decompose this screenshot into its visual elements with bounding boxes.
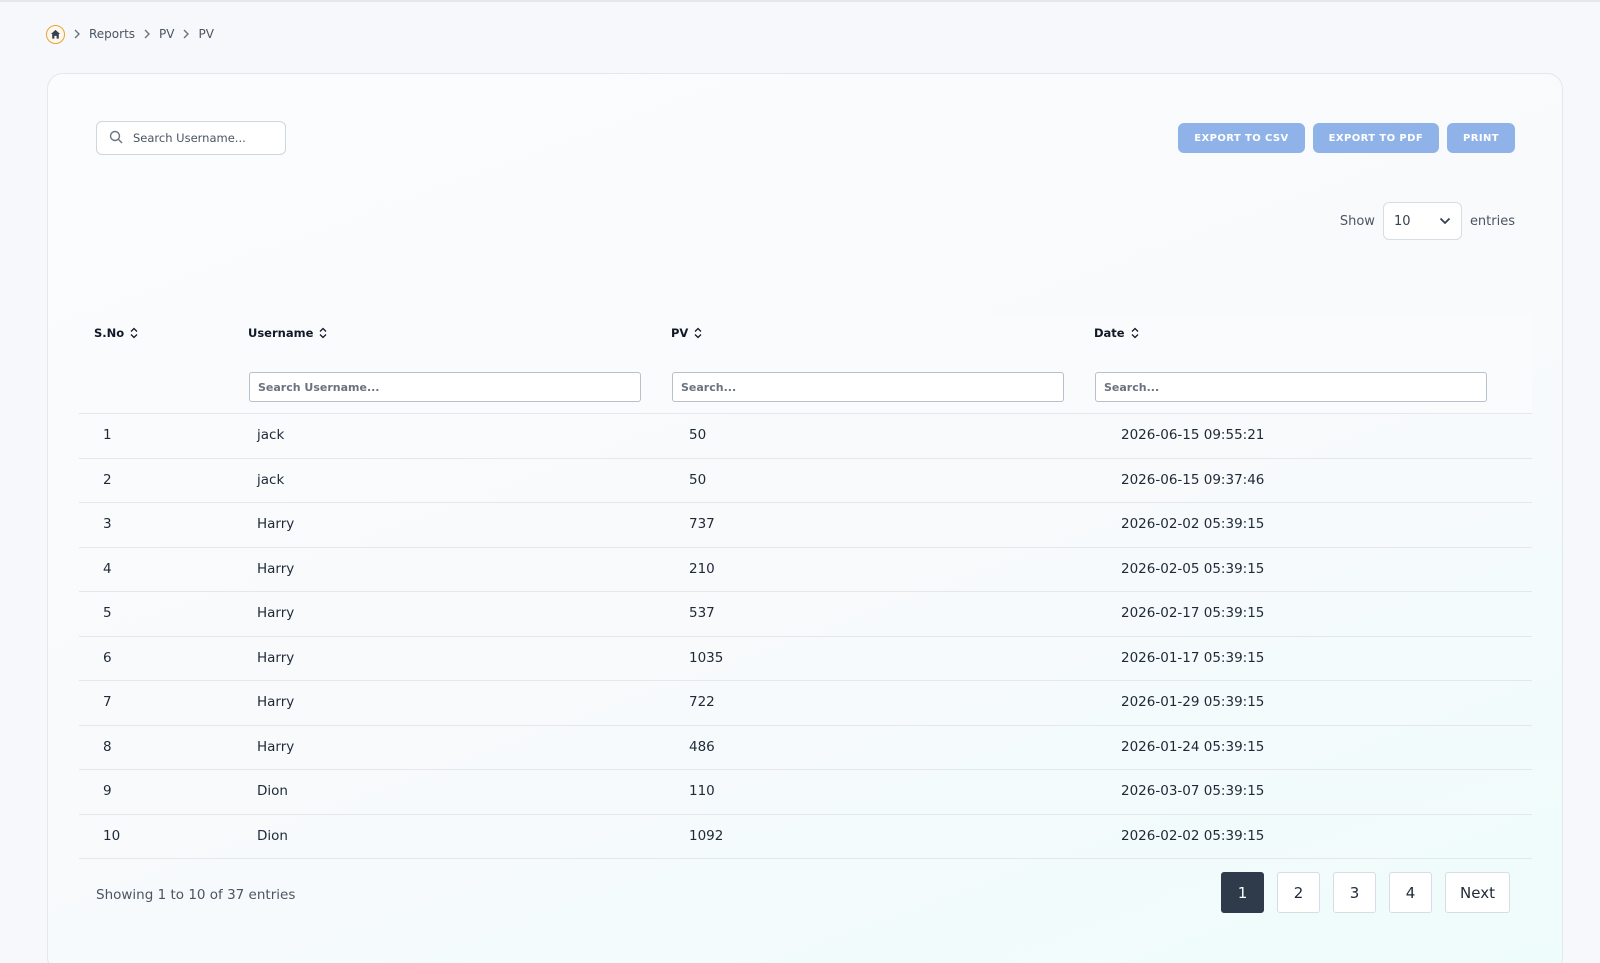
- chevron-right-icon: [143, 29, 151, 39]
- cell-date: 2026-02-05 05:39:15: [1121, 560, 1265, 577]
- cell-date: 2026-01-17 05:39:15: [1121, 649, 1265, 666]
- cell-username: jack: [257, 427, 285, 443]
- cell-date: 2026-03-07 05:39:15: [1121, 783, 1265, 799]
- breadcrumb: Reports PV PV: [46, 24, 214, 44]
- cell-username: Harry: [257, 649, 295, 666]
- cell-pv: 722: [689, 694, 715, 710]
- breadcrumb-pv[interactable]: PV: [159, 27, 174, 41]
- chevron-right-icon: [182, 29, 190, 39]
- cell-sno: 5: [103, 605, 112, 621]
- username-filter-input[interactable]: [249, 372, 641, 402]
- showing-info: Showing 1 to 10 of 37 entries: [96, 887, 296, 903]
- cell-pv: 50: [689, 471, 707, 488]
- date-filter-input[interactable]: [1095, 372, 1487, 402]
- cell-pv: 210: [689, 560, 715, 577]
- header-username-label: Username: [248, 326, 314, 340]
- cell-sno: 6: [103, 649, 112, 666]
- cell-date: 2026-01-29 05:39:15: [1121, 694, 1265, 710]
- search-icon: [109, 129, 123, 148]
- header-username[interactable]: Username: [248, 326, 327, 340]
- export-csv-button[interactable]: EXPORT TO CSV: [1178, 123, 1305, 153]
- cell-date: 2026-02-02 05:39:15: [1121, 516, 1265, 532]
- cell-sno: 10: [103, 827, 121, 844]
- cell-sno: 3: [103, 516, 112, 532]
- cell-username: Harry: [257, 605, 295, 621]
- table-row: 6 Harry 1035 2026-01-17 05:39:15: [79, 637, 1532, 681]
- header-pv[interactable]: PV: [671, 326, 702, 340]
- entries-value: 10: [1393, 213, 1411, 229]
- cell-username: Harry: [257, 516, 295, 532]
- table-header: S.No Username PV Date: [79, 314, 1532, 414]
- table-body: 1 jack 50 2026-06-15 09:55:21 2 jack 50 2026-06…: [79, 414, 1532, 859]
- cell-username: Harry: [257, 738, 295, 755]
- header-sno-label: S.No: [94, 326, 125, 340]
- cell-date: 2026-02-17 05:39:15: [1121, 605, 1265, 621]
- table-row: 2 jack 50 2026-06-15 09:37:46: [79, 459, 1532, 503]
- cell-sno: 1: [103, 427, 112, 443]
- export-actions: EXPORT TO CSV EXPORT TO PDF PRINT: [1178, 123, 1515, 153]
- cell-date: 2026-01-24 05:39:15: [1121, 738, 1265, 755]
- home-icon[interactable]: [46, 24, 65, 44]
- cell-pv: 1035: [689, 649, 724, 666]
- cell-username: jack: [257, 471, 285, 488]
- page-button-4[interactable]: 4: [1389, 872, 1433, 913]
- table-row: 1 jack 50 2026-06-15 09:55:21: [79, 414, 1532, 459]
- entries-select[interactable]: 10: [1382, 202, 1462, 240]
- header-date[interactable]: Date: [1094, 326, 1139, 340]
- cell-username: Harry: [257, 694, 295, 710]
- table-row: 10 Dion 1092 2026-02-02 05:39:15: [79, 815, 1532, 859]
- sort-icon: [1131, 327, 1139, 339]
- chevron-right-icon: [73, 29, 81, 39]
- entries-control: Show 10 entries: [1340, 202, 1515, 240]
- table-row: 7 Harry 722 2026-01-29 05:39:15: [79, 681, 1532, 726]
- header-pv-label: PV: [671, 326, 689, 340]
- cell-sno: 9: [103, 783, 112, 799]
- cell-date: 2026-06-15 09:55:21: [1121, 427, 1265, 443]
- sort-icon: [319, 327, 327, 339]
- show-label: Show: [1339, 213, 1375, 229]
- table-row: 9 Dion 110 2026-03-07 05:39:15: [79, 770, 1532, 815]
- header-sno[interactable]: S.No: [94, 326, 138, 340]
- table-row: 5 Harry 537 2026-02-17 05:39:15: [79, 592, 1532, 637]
- chevron-down-icon: [1439, 214, 1451, 229]
- cell-sno: 8: [103, 738, 112, 755]
- search-input[interactable]: [133, 131, 268, 145]
- cell-pv: 1092: [689, 827, 724, 844]
- table-row: 3 Harry 737 2026-02-02 05:39:15: [79, 503, 1532, 548]
- cell-username: Dion: [257, 827, 288, 844]
- page-button-3[interactable]: 3: [1333, 872, 1377, 913]
- cell-pv: 110: [689, 783, 715, 799]
- cell-pv: 737: [689, 516, 715, 532]
- sort-icon: [694, 327, 702, 339]
- header-date-label: Date: [1094, 326, 1125, 340]
- cell-date: 2026-02-02 05:39:15: [1121, 827, 1265, 844]
- breadcrumb-reports[interactable]: Reports: [89, 27, 135, 41]
- cell-date: 2026-06-15 09:37:46: [1121, 471, 1265, 488]
- page-button-2[interactable]: 2: [1277, 872, 1321, 913]
- table-row: 8 Harry 486 2026-01-24 05:39:15: [79, 726, 1532, 770]
- print-button[interactable]: PRINT: [1447, 123, 1515, 153]
- pv-filter-input[interactable]: [672, 372, 1064, 402]
- cell-sno: 4: [103, 560, 112, 577]
- next-page-button[interactable]: Next: [1445, 872, 1510, 913]
- cell-sno: 2: [103, 471, 112, 488]
- cell-pv: 537: [689, 605, 715, 621]
- sort-icon: [130, 327, 138, 339]
- pagination: 1 2 3 4 Next: [1221, 872, 1510, 913]
- table-row: 4 Harry 210 2026-02-05 05:39:15: [79, 548, 1532, 592]
- top-divider: [0, 0, 1600, 2]
- cell-sno: 7: [103, 694, 112, 710]
- breadcrumb-pv-current: PV: [198, 27, 214, 41]
- cell-pv: 486: [689, 738, 715, 755]
- cell-username: Dion: [257, 783, 288, 799]
- report-card: EXPORT TO CSV EXPORT TO PDF PRINT Show 1…: [47, 73, 1563, 963]
- entries-label: entries: [1469, 213, 1515, 229]
- pv-table: S.No Username PV Date 1 jack 50 2026-06-15 …: [79, 314, 1532, 859]
- username-search[interactable]: [96, 121, 286, 155]
- cell-username: Harry: [257, 560, 295, 577]
- export-pdf-button[interactable]: EXPORT TO PDF: [1312, 123, 1440, 153]
- page-button-1[interactable]: 1: [1221, 872, 1265, 913]
- cell-pv: 50: [689, 427, 707, 443]
